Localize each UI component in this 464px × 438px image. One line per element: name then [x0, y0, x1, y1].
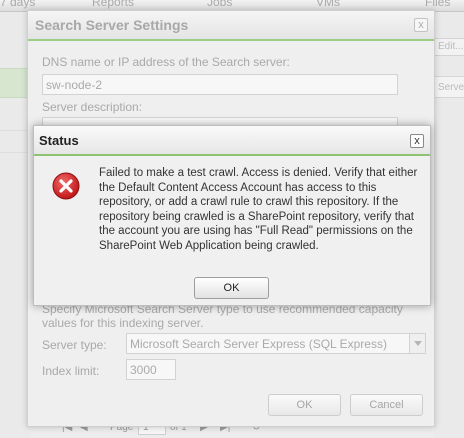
- dns-input[interactable]: sw-node-2: [42, 74, 398, 95]
- status-close-icon[interactable]: x: [410, 134, 424, 148]
- status-dialog: Status x Failed to make a test crawl. Ac…: [33, 125, 431, 306]
- server-type-hint-line-2: values for this indexing server.: [42, 316, 204, 330]
- server-type-select[interactable]: Microsoft Search Server Express (SQL Exp…: [126, 333, 426, 354]
- tab-reports[interactable]: Reports: [92, 0, 134, 9]
- column-header-server-description[interactable]: Server De: [434, 76, 464, 98]
- tab-jobs[interactable]: Jobs: [207, 0, 232, 9]
- index-limit-label: Index limit:: [42, 364, 100, 378]
- server-type-value: Microsoft Search Server Express (SQL Exp…: [130, 337, 387, 351]
- status-message: Failed to make a test crawl. Access is d…: [99, 167, 418, 252]
- tab-vms[interactable]: VMs: [316, 0, 340, 9]
- dns-label: DNS name or IP address of the Search ser…: [42, 55, 290, 69]
- index-limit-input[interactable]: 3000: [126, 359, 176, 380]
- right-panel: Edit... Server De: [434, 12, 464, 438]
- server-type-label: Server type:: [42, 338, 107, 352]
- edit-button[interactable]: Edit...: [434, 38, 464, 56]
- row-divider: [0, 152, 30, 153]
- selected-row-highlight: [0, 68, 30, 98]
- left-panel: [0, 12, 30, 438]
- settings-cancel-button[interactable]: Cancel: [350, 394, 423, 416]
- settings-ok-button[interactable]: OK: [268, 394, 341, 416]
- status-ok-button[interactable]: OK: [194, 277, 269, 299]
- status-dialog-title: Status: [34, 126, 430, 156]
- tab-files[interactable]: Files: [425, 0, 450, 9]
- server-description-label: Server description:: [42, 100, 143, 114]
- chevron-down-icon[interactable]: [409, 334, 425, 353]
- settings-close-icon[interactable]: x: [414, 18, 428, 32]
- error-icon: [52, 172, 80, 200]
- tab-7-days[interactable]: 7 days: [0, 0, 35, 9]
- row-divider: [0, 130, 30, 131]
- settings-dialog-title: Search Server Settings: [28, 11, 434, 41]
